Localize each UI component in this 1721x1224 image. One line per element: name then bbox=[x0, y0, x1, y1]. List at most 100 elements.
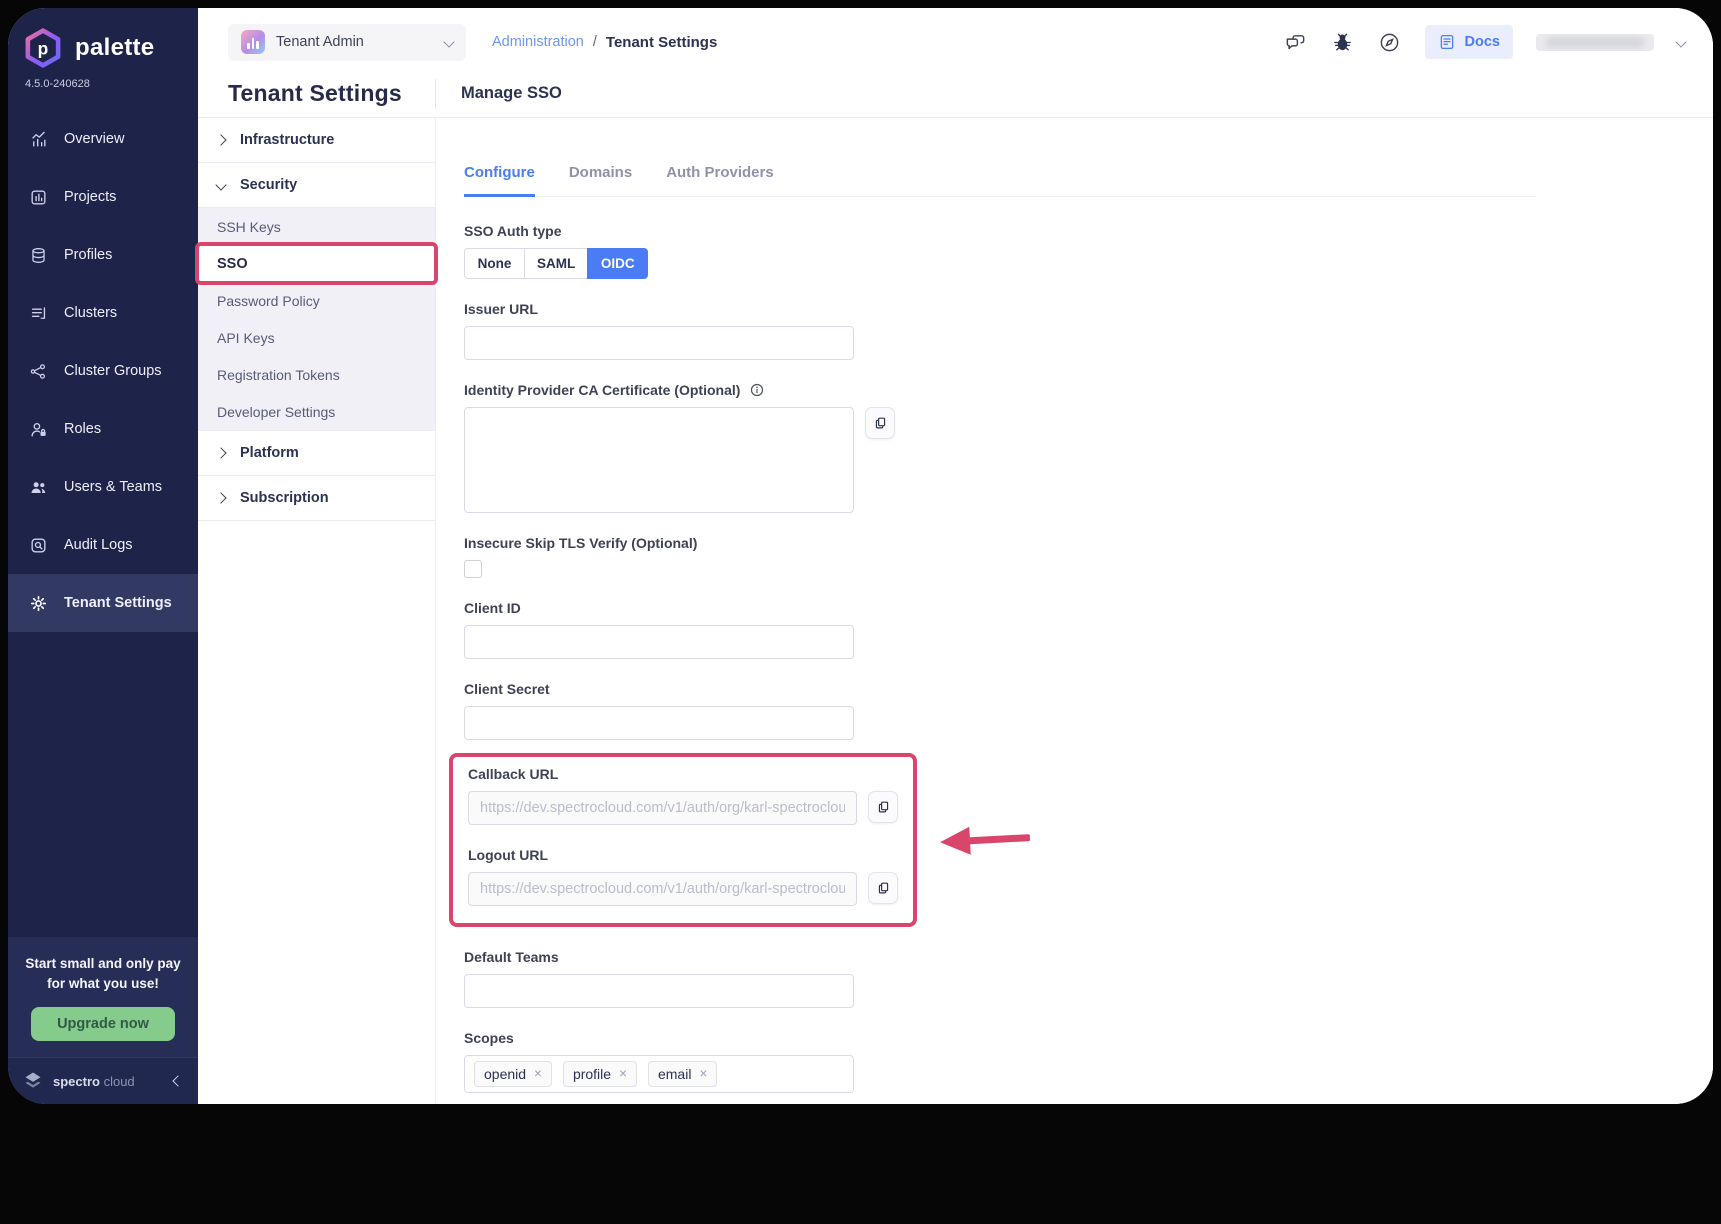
subnav-item-api-keys[interactable]: API Keys bbox=[198, 319, 435, 356]
sso-configure-form: Configure Domains Auth Providers SSO Aut… bbox=[436, 118, 1713, 1104]
brand-logo: p palette bbox=[8, 8, 198, 74]
feedback-chat-icon[interactable] bbox=[1284, 30, 1308, 54]
sso-auth-type-label: SSO Auth type bbox=[464, 223, 1713, 239]
collapse-sidebar-icon[interactable] bbox=[172, 1075, 183, 1086]
skip-tls-checkbox[interactable] bbox=[464, 560, 482, 578]
breadcrumb-administration[interactable]: Administration bbox=[492, 34, 584, 50]
logout-url-input[interactable] bbox=[468, 872, 857, 906]
subnav-group-security[interactable]: Security bbox=[198, 163, 435, 208]
ca-certificate-textarea[interactable] bbox=[464, 407, 854, 513]
sidebar-item-profiles[interactable]: Profiles bbox=[8, 226, 198, 284]
subnav-item-password-policy[interactable]: Password Policy bbox=[198, 282, 435, 319]
main-area: Tenant Admin Administration / Tenant Set… bbox=[198, 8, 1713, 1104]
logout-url-label: Logout URL bbox=[468, 847, 898, 863]
sidebar-item-label: Overview bbox=[64, 131, 124, 147]
breadcrumb: Administration / Tenant Settings bbox=[492, 34, 717, 51]
sidebar-item-tenant-settings[interactable]: Tenant Settings bbox=[8, 574, 198, 632]
topbar-actions: Docs bbox=[1284, 25, 1685, 59]
issuer-url-label: Issuer URL bbox=[464, 301, 1713, 317]
copy-icon bbox=[876, 881, 891, 896]
subnav-item-developer-settings[interactable]: Developer Settings bbox=[198, 393, 435, 431]
tenant-scope-selector[interactable]: Tenant Admin bbox=[228, 24, 466, 61]
sidebar-item-cluster-groups[interactable]: Cluster Groups bbox=[8, 342, 198, 400]
user-menu-chevron-icon[interactable] bbox=[1675, 36, 1686, 47]
top-bar: Tenant Admin Administration / Tenant Set… bbox=[198, 8, 1713, 70]
client-secret-input[interactable] bbox=[464, 706, 854, 740]
copy-callback-url-button[interactable] bbox=[868, 791, 898, 823]
sidebar-item-label: Audit Logs bbox=[64, 537, 133, 553]
client-id-input[interactable] bbox=[464, 625, 854, 659]
promo-text: Start small and only pay for what you us… bbox=[20, 954, 186, 995]
callback-url-row bbox=[468, 791, 898, 825]
scope-tag-label: email bbox=[658, 1066, 691, 1082]
network-icon bbox=[29, 362, 48, 381]
auth-type-none-button[interactable]: None bbox=[464, 248, 525, 279]
remove-tag-icon[interactable]: × bbox=[534, 1067, 542, 1081]
promo-line-2: for what you use! bbox=[20, 974, 186, 994]
sidebar-item-clusters[interactable]: Clusters bbox=[8, 284, 198, 342]
tab-auth-providers[interactable]: Auth Providers bbox=[666, 164, 774, 196]
auth-type-oidc-button[interactable]: OIDC bbox=[587, 248, 648, 279]
app-version: 4.5.0-240628 bbox=[8, 74, 198, 90]
subnav-item-registration-tokens[interactable]: Registration Tokens bbox=[198, 356, 435, 393]
sidebar-item-overview[interactable]: Overview bbox=[8, 110, 198, 168]
sidebar-item-users-teams[interactable]: Users & Teams bbox=[8, 458, 198, 516]
subnav-group-infrastructure[interactable]: Infrastructure bbox=[198, 118, 435, 163]
tenant-scope-label: Tenant Admin bbox=[276, 34, 434, 50]
bug-report-icon[interactable] bbox=[1331, 30, 1355, 54]
chevron-down-icon bbox=[215, 179, 226, 190]
subnav-item-ssh-keys[interactable]: SSH Keys bbox=[198, 208, 435, 245]
sidebar: p palette 4.5.0-240628 Overview Projects… bbox=[8, 8, 198, 1104]
issuer-url-input[interactable] bbox=[464, 326, 854, 360]
users-icon bbox=[29, 478, 48, 497]
sidebar-item-label: Tenant Settings bbox=[64, 595, 172, 611]
callback-url-input[interactable] bbox=[468, 791, 857, 825]
remove-tag-icon[interactable]: × bbox=[699, 1067, 707, 1081]
sidebar-item-label: Users & Teams bbox=[64, 479, 162, 495]
subnav-group-subscription[interactable]: Subscription bbox=[198, 476, 435, 521]
default-teams-input[interactable] bbox=[464, 974, 854, 1008]
upgrade-now-button[interactable]: Upgrade now bbox=[31, 1007, 175, 1041]
copy-icon bbox=[876, 800, 891, 815]
breadcrumb-current: Tenant Settings bbox=[606, 34, 717, 51]
docs-button[interactable]: Docs bbox=[1425, 25, 1513, 59]
user-account-redacted[interactable] bbox=[1536, 34, 1654, 51]
sidebar-item-label: Clusters bbox=[64, 305, 117, 321]
palette-logo-icon: p bbox=[21, 26, 65, 70]
scope-tag-openid: openid × bbox=[474, 1061, 552, 1087]
sidebar-item-projects[interactable]: Projects bbox=[8, 168, 198, 226]
scope-tag-email: email × bbox=[648, 1061, 717, 1087]
callback-url-label: Callback URL bbox=[468, 766, 898, 782]
page-title: Tenant Settings bbox=[228, 80, 435, 107]
sidebar-item-audit-logs[interactable]: Audit Logs bbox=[8, 516, 198, 574]
sidebar-item-label: Cluster Groups bbox=[64, 363, 162, 379]
copy-ca-certificate-button[interactable] bbox=[865, 407, 895, 439]
scopes-input[interactable]: openid × profile × email × bbox=[464, 1055, 854, 1093]
info-icon[interactable] bbox=[749, 382, 765, 398]
remove-tag-icon[interactable]: × bbox=[619, 1067, 627, 1081]
chevron-right-icon bbox=[215, 447, 226, 458]
content-body: Infrastructure Security SSH Keys SSO Pas… bbox=[198, 117, 1713, 1104]
subnav-group-platform[interactable]: Platform bbox=[198, 431, 435, 476]
svg-text:p: p bbox=[38, 38, 49, 58]
chevron-right-icon bbox=[215, 492, 226, 503]
highlight-red-box: Callback URL Logout URL bbox=[449, 753, 917, 927]
copy-logout-url-button[interactable] bbox=[868, 872, 898, 904]
subnav-item-sso[interactable]: SSO bbox=[198, 245, 435, 282]
annotation-arrow-icon bbox=[937, 820, 1031, 861]
scopes-label: Scopes bbox=[464, 1030, 1713, 1046]
app-window: p palette 4.5.0-240628 Overview Projects… bbox=[8, 8, 1713, 1104]
subnav-group-label: Infrastructure bbox=[240, 132, 334, 148]
auth-type-saml-button[interactable]: SAML bbox=[524, 248, 588, 279]
tab-configure[interactable]: Configure bbox=[464, 164, 535, 197]
default-teams-label: Default Teams bbox=[464, 949, 1713, 965]
audit-search-icon bbox=[29, 536, 48, 555]
sidebar-item-roles[interactable]: Roles bbox=[8, 400, 198, 458]
brand-name: palette bbox=[75, 34, 154, 62]
explore-compass-icon[interactable] bbox=[1378, 30, 1402, 54]
bar-chart-icon bbox=[29, 188, 48, 207]
skip-tls-label: Insecure Skip TLS Verify (Optional) bbox=[464, 535, 1713, 551]
tab-domains[interactable]: Domains bbox=[569, 164, 632, 196]
copy-icon bbox=[873, 416, 888, 431]
tenant-admin-icon bbox=[241, 30, 265, 54]
